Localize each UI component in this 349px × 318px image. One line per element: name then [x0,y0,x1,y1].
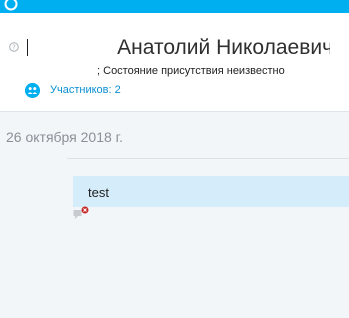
message-text: test [88,185,109,200]
date-divider [67,158,349,159]
presence-status: ; Состояние присутствия неизвестно [97,65,285,77]
participants-link[interactable]: Участников: 2 [50,84,121,96]
presence-separator: ; [97,65,101,77]
redaction-block [24,62,96,79]
text-cursor [27,39,28,56]
question-status-icon: ? [9,42,19,52]
svg-text:?: ? [12,44,16,52]
skype-logo-icon [4,0,18,11]
title-bar [0,0,349,13]
redaction-block [33,38,115,59]
message-failed-icon[interactable] [73,206,91,220]
message-bubble[interactable]: test [73,176,349,207]
people-icon[interactable] [25,83,40,98]
date-separator-label: 26 октября 2018 г. [6,129,123,145]
presence-text: Состояние присутствия неизвестно [103,65,285,77]
header-divider [0,111,349,112]
